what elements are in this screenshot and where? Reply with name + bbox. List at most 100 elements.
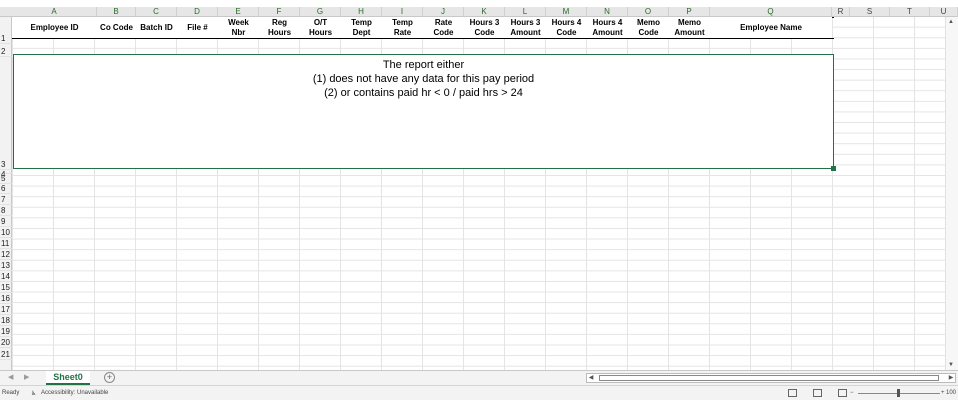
tab-scroll-right-icon[interactable]: ▶ <box>24 373 29 381</box>
row-header-6[interactable]: 6 <box>0 184 12 194</box>
fill-handle[interactable] <box>831 166 836 171</box>
header-label-line1: Hours 3 <box>469 17 500 27</box>
header-label-line2: Dept <box>352 27 371 37</box>
column-header-f[interactable]: F <box>259 7 300 17</box>
header-cell-8[interactable]: Temp Rate <box>382 17 423 38</box>
zoom-out-icon[interactable]: − <box>850 390 854 396</box>
horizontal-scrollbar[interactable]: ◀ ▶ <box>586 373 956 383</box>
header-cell-14[interactable]: Memo Code <box>628 17 669 38</box>
merged-message-cell[interactable]: The report either (1) does not have any … <box>13 54 836 171</box>
header-cell-7[interactable]: Temp Dept <box>341 17 382 38</box>
column-header-l[interactable]: L <box>505 7 546 17</box>
column-header-g[interactable]: G <box>300 7 341 17</box>
header-cell-6[interactable]: O/T Hours <box>300 17 341 38</box>
normal-view-icon[interactable] <box>788 389 797 397</box>
header-cell-12[interactable]: Hours 4 Code <box>546 17 587 38</box>
header-label-line1: Reg <box>271 17 288 27</box>
scroll-up-icon[interactable]: ▲ <box>948 19 954 25</box>
row-headers: 1 2 3 4 5 6 7 8 9 10 11 12 13 14 15 16 17 18 19 20 21 <box>0 17 12 370</box>
scroll-down-icon[interactable]: ▼ <box>948 362 954 368</box>
column-header-b[interactable]: B <box>97 7 136 17</box>
row-header-7[interactable]: 7 <box>0 194 12 205</box>
header-cell-5[interactable]: Reg Hours <box>259 17 300 38</box>
scroll-right-icon[interactable]: ▶ <box>947 374 955 382</box>
column-header-m[interactable]: M <box>546 7 587 17</box>
row-header-11[interactable]: 11 <box>0 238 12 249</box>
row-header-19[interactable]: 19 <box>0 326 12 337</box>
header-label-line1: Week <box>228 17 249 27</box>
row-header-2[interactable]: 2 <box>0 44 12 57</box>
column-header-q[interactable]: Q <box>710 7 832 17</box>
header-cell-15[interactable]: Memo Amount <box>669 17 710 38</box>
row-header-15[interactable]: 15 <box>0 282 12 293</box>
status-ready: Ready <box>2 390 20 396</box>
message-line-1: The report either <box>382 59 465 71</box>
row-header-5[interactable]: 5 <box>0 174 12 184</box>
horizontal-scroll-thumb[interactable] <box>599 375 939 381</box>
row-header-8[interactable]: 8 <box>0 205 12 216</box>
sheet-tab-sheet0[interactable]: Sheet0 <box>46 371 90 385</box>
row-header-1[interactable]: 1 <box>0 17 12 44</box>
vertical-scrollbar[interactable]: ▲ ▼ <box>945 17 958 370</box>
row-header-3[interactable]: 3 <box>0 57 12 170</box>
row-header-17[interactable]: 17 <box>0 304 12 315</box>
sheet-tab-bar: ◀ ▶ Sheet0 + ◀ ▶ <box>0 370 958 385</box>
header-cell-3[interactable]: File # <box>177 17 218 38</box>
tab-scroll-left-icon[interactable]: ◀ <box>8 373 13 381</box>
zoom-in-icon[interactable]: + <box>941 390 945 396</box>
header-cell-1[interactable]: Co Code <box>97 17 136 38</box>
column-header-k[interactable]: K <box>464 7 505 17</box>
column-header-i[interactable]: I <box>382 7 423 17</box>
column-header-o[interactable]: O <box>628 7 669 17</box>
row-header-13[interactable]: 13 <box>0 260 12 271</box>
header-label-line1: Hours 4 <box>592 17 623 27</box>
row-header-16[interactable]: 16 <box>0 293 12 304</box>
column-header-u[interactable]: U <box>930 7 958 17</box>
header-cell-11[interactable]: Hours 3 Amount <box>505 17 546 38</box>
column-header-p[interactable]: P <box>669 7 710 17</box>
column-header-d[interactable]: D <box>177 7 218 17</box>
header-label-line1: Memo <box>677 17 702 27</box>
row-header-21[interactable]: 21 <box>0 348 12 360</box>
row-header-9[interactable]: 9 <box>0 216 12 227</box>
zoom-level[interactable]: 100 <box>946 390 956 396</box>
page-layout-view-icon[interactable] <box>813 389 822 397</box>
column-header-e[interactable]: E <box>218 7 259 17</box>
header-label-line2: Code <box>433 27 454 37</box>
column-header-a[interactable]: A <box>12 7 97 17</box>
column-header-j[interactable]: J <box>423 7 464 17</box>
column-header-t[interactable]: T <box>890 7 930 17</box>
row-header-14[interactable]: 14 <box>0 271 12 282</box>
header-cell-13[interactable]: Hours 4 Amount <box>587 17 628 38</box>
zoom-slider-knob[interactable] <box>897 389 900 397</box>
row-header-20[interactable]: 20 <box>0 337 12 348</box>
header-label-line1: Batch ID <box>140 22 173 32</box>
header-label-line2: Code <box>556 27 577 37</box>
column-header-s[interactable]: S <box>850 7 890 17</box>
column-header-h[interactable]: H <box>341 7 382 17</box>
header-cell-9[interactable]: Rate Code <box>423 17 464 38</box>
column-header-n[interactable]: N <box>587 7 628 17</box>
header-label-line2: Code <box>638 27 659 37</box>
header-cell-2[interactable]: Batch ID <box>136 17 177 38</box>
header-label-line2: Hours <box>308 27 333 37</box>
accessibility-status[interactable]: Accessibility: Unavailable <box>41 390 108 396</box>
page-break-view-icon[interactable] <box>838 389 847 397</box>
header-cell-0[interactable]: Employee ID <box>12 17 97 38</box>
row-header-12[interactable]: 12 <box>0 249 12 260</box>
header-label-line2: Amount <box>510 27 541 37</box>
row-header-18[interactable]: 18 <box>0 315 12 326</box>
header-label-line1: Rate <box>434 17 453 27</box>
header-label-line2: Hours <box>267 27 292 37</box>
add-sheet-button[interactable]: + <box>104 372 115 383</box>
header-cell-4[interactable]: Week Nbr <box>218 17 259 38</box>
scroll-left-icon[interactable]: ◀ <box>587 374 595 382</box>
header-cell-16[interactable]: Employee Name <box>710 17 832 38</box>
column-header-r[interactable]: R <box>832 7 850 17</box>
status-bar: Ready ♿ Accessibility: Unavailable − + 1… <box>0 385 958 400</box>
column-header-c[interactable]: C <box>136 7 177 17</box>
header-label-line2: Nbr <box>231 27 246 37</box>
row-header-10[interactable]: 10 <box>0 227 12 238</box>
header-cell-10[interactable]: Hours 3 Code <box>464 17 505 38</box>
header-label-line1: Temp <box>392 17 413 27</box>
